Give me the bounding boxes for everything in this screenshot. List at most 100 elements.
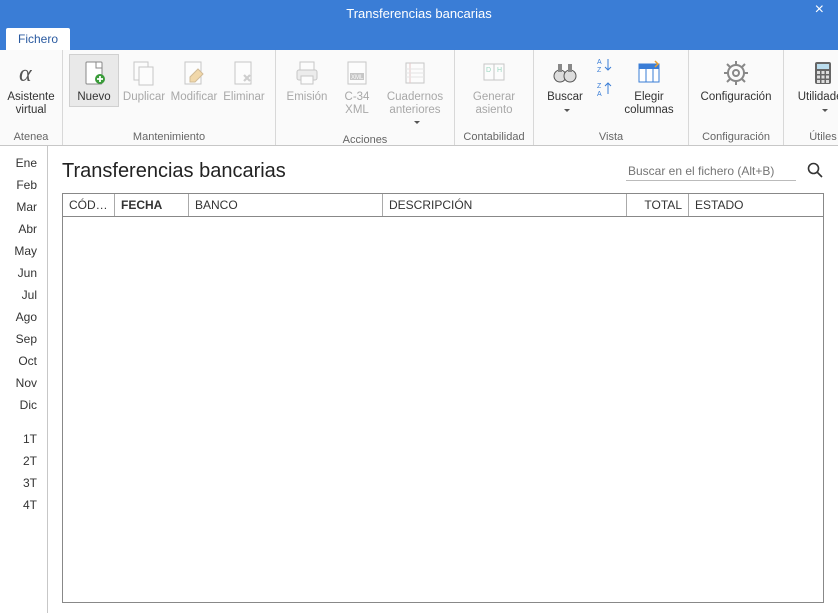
ribbon-group-contabilidad: DH Generar asiento Contabilidad: [455, 50, 534, 145]
columns-icon: [633, 57, 665, 89]
elegir-columnas-label: Elegir columnas: [624, 91, 673, 116]
sidebar-item-dic[interactable]: Dic: [0, 394, 47, 416]
svg-text:H: H: [497, 67, 502, 74]
assistant-button[interactable]: α Asistente virtual: [6, 54, 56, 119]
sidebar-item-ene[interactable]: Ene: [0, 152, 47, 174]
close-button[interactable]: ×: [809, 1, 830, 19]
edit-icon: [178, 57, 210, 89]
emision-label: Emisión: [287, 91, 328, 104]
c34-xml-button[interactable]: XML C-34 XML: [332, 54, 382, 119]
content-body: EneFebMarAbrMayJunJulAgoSepOctNovDic 1T2T…: [0, 146, 838, 613]
svg-text:A: A: [597, 59, 602, 66]
ledger-icon: DH: [478, 57, 510, 89]
duplicate-icon: [128, 57, 160, 89]
ribbon-group-label-configuracion: Configuración: [695, 131, 777, 145]
gear-icon: [720, 57, 752, 89]
configuracion-label: Configuración: [701, 91, 772, 104]
duplicar-button[interactable]: Duplicar: [119, 54, 169, 107]
emision-button[interactable]: Emisión: [282, 54, 332, 107]
main-panel: Transferencias bancarias CÓDI…FECHABANCO…: [48, 146, 838, 613]
generar-asiento-button[interactable]: DH Generar asiento: [461, 54, 527, 119]
svg-text:Z: Z: [597, 83, 602, 90]
grid-column-header[interactable]: ESTADO: [689, 194, 809, 216]
assistant-label-2: virtual: [16, 104, 47, 117]
sidebar-item-nov[interactable]: Nov: [0, 372, 47, 394]
svg-text:XML: XML: [351, 75, 364, 81]
ribbon-group-label-atenea: Atenea: [6, 131, 56, 145]
grid-column-header[interactable]: DESCRIPCIÓN: [383, 194, 627, 216]
sidebar-item-feb[interactable]: Feb: [0, 174, 47, 196]
tab-fichero[interactable]: Fichero: [6, 28, 70, 50]
sidebar-item-oct[interactable]: Oct: [0, 350, 47, 372]
sidebar-item-jun[interactable]: Jun: [0, 262, 47, 284]
xml-file-icon: XML: [341, 57, 373, 89]
ribbon-group-label-contabilidad: Contabilidad: [461, 131, 527, 145]
sidebar-item-4t[interactable]: 4T: [0, 494, 47, 516]
sidebar-item-mar[interactable]: Mar: [0, 196, 47, 218]
cuadernos-label: Cuadernos anteriores: [385, 91, 445, 129]
ribbon-group-label-vista: Vista: [540, 131, 682, 145]
alpha-icon: α: [15, 57, 47, 89]
sort-desc-icon: ZA: [596, 80, 614, 98]
grid-column-header[interactable]: FECHA: [115, 194, 189, 216]
sidebar-item-may[interactable]: May: [0, 240, 47, 262]
ribbon-group-atenea: α Asistente virtual Atenea: [0, 50, 63, 145]
data-grid: CÓDI…FECHABANCODESCRIPCIÓNTOTALESTADO: [62, 193, 824, 603]
ribbon-group-label-utiles: Útiles: [790, 131, 838, 145]
binoculars-icon: [549, 57, 581, 89]
grid-body[interactable]: [63, 217, 823, 602]
sidebar-item-2t[interactable]: 2T: [0, 450, 47, 472]
sort-desc-button[interactable]: ZA: [594, 78, 616, 100]
search-input[interactable]: [626, 162, 796, 181]
search-icon[interactable]: [806, 161, 824, 182]
buscar-button[interactable]: Buscar: [540, 54, 590, 119]
page-title: Transferencias bancarias: [62, 160, 286, 183]
delete-icon: [228, 57, 260, 89]
sidebar-item-3t[interactable]: 3T: [0, 472, 47, 494]
ribbon-group-utiles: Utilidades Útiles: [784, 50, 838, 145]
ribbon-tabstrip: Fichero: [0, 26, 838, 50]
duplicar-label: Duplicar: [123, 91, 165, 104]
sort-asc-button[interactable]: AZ: [594, 54, 616, 76]
main-header: Transferencias bancarias: [62, 160, 824, 183]
sidebar-item-1t[interactable]: 1T: [0, 428, 47, 450]
cuadernos-button[interactable]: Cuadernos anteriores: [382, 54, 448, 132]
window-title: Transferencias bancarias: [346, 6, 491, 21]
period-sidebar: EneFebMarAbrMayJunJulAgoSepOctNovDic 1T2T…: [0, 146, 48, 613]
sort-asc-icon: AZ: [596, 56, 614, 74]
ribbon-group-label-mantenimiento: Mantenimiento: [69, 131, 269, 145]
utilidades-caret: [819, 104, 828, 117]
nuevo-button[interactable]: Nuevo: [69, 54, 119, 107]
ribbon-group-mantenimiento: Nuevo Duplicar Modificar Eliminar: [63, 50, 276, 145]
ribbon-group-vista: Buscar AZ ZA Elegir columnas Vista: [534, 50, 689, 145]
assistant-label-1: Asistente: [7, 91, 54, 104]
eliminar-label: Eliminar: [223, 91, 265, 104]
modificar-label: Modificar: [171, 91, 218, 104]
buscar-label: Buscar: [543, 91, 587, 116]
titlebar: Transferencias bancarias ×: [0, 0, 838, 26]
svg-text:D: D: [486, 67, 491, 74]
sidebar-item-sep[interactable]: Sep: [0, 328, 47, 350]
sidebar-item-jul[interactable]: Jul: [0, 284, 47, 306]
ribbon-group-configuracion: Configuración Configuración: [689, 50, 784, 145]
sidebar-item-abr[interactable]: Abr: [0, 218, 47, 240]
modificar-button[interactable]: Modificar: [169, 54, 219, 107]
ribbon-group-acciones: Emisión XML C-34 XML Cuadernos anteriore…: [276, 50, 455, 145]
eliminar-button[interactable]: Eliminar: [219, 54, 269, 107]
grid-column-header[interactable]: CÓDI…: [63, 194, 115, 216]
grid-header: CÓDI…FECHABANCODESCRIPCIÓNTOTALESTADO: [63, 194, 823, 217]
elegir-columnas-button[interactable]: Elegir columnas: [616, 54, 682, 119]
configuracion-button[interactable]: Configuración: [695, 54, 777, 107]
utilidades-button[interactable]: Utilidades: [790, 54, 838, 119]
svg-text:A: A: [597, 91, 602, 98]
grid-column-header[interactable]: TOTAL: [627, 194, 689, 216]
nuevo-label: Nuevo: [77, 91, 110, 104]
svg-text:α: α: [19, 61, 32, 87]
grid-column-header[interactable]: BANCO: [189, 194, 383, 216]
c34-xml-label: C-34 XML: [345, 91, 370, 116]
sidebar-item-ago[interactable]: Ago: [0, 306, 47, 328]
print-icon: [291, 57, 323, 89]
notebook-icon: [399, 57, 431, 89]
utilidades-label: Utilidades: [798, 91, 838, 104]
search-wrap: [626, 161, 824, 182]
